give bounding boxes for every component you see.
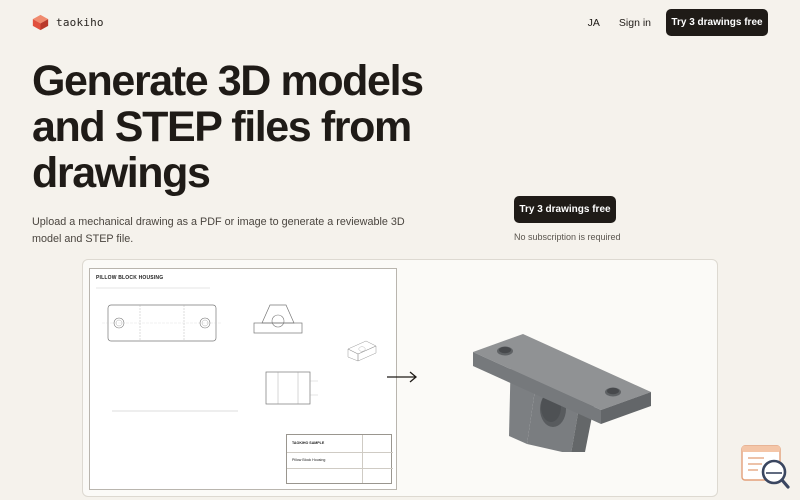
arrow-right-icon: [387, 371, 418, 383]
drawing-sheet: PILLOW BLOCK HOUSING TAOKIHO SAMPLE Pill…: [89, 268, 397, 490]
cube-logo-icon: [32, 14, 49, 31]
hero-try-free-button[interactable]: Try 3 drawings free: [514, 196, 616, 223]
header-try-free-button[interactable]: Try 3 drawings free: [666, 9, 768, 36]
brand-name: taokiho: [56, 16, 104, 29]
hero-headline: Generate 3D models and STEP files from d…: [32, 57, 424, 197]
title-block-row: TAOKIHO SAMPLE: [287, 435, 393, 453]
title-block-part-name: Pillow Block Housing: [292, 458, 326, 462]
cta-note: No subscription is required: [514, 232, 621, 242]
signin-link[interactable]: Sign in: [619, 17, 651, 29]
3d-model-render: [473, 334, 651, 452]
title-block-row: Pillow Block Housing: [287, 453, 393, 469]
site-header: taokiho JA Sign in Try 3 drawings free: [0, 0, 800, 44]
chat-search-icon[interactable]: [740, 444, 790, 490]
product-preview: PILLOW BLOCK HOUSING TAOKIHO SAMPLE Pill…: [82, 259, 718, 497]
hero-cta: Try 3 drawings free: [514, 196, 616, 223]
title-block-sample: TAOKIHO SAMPLE: [292, 441, 325, 445]
brand-logo[interactable]: taokiho: [32, 14, 104, 31]
title-block-divider: [362, 435, 363, 483]
hero-subtext: Upload a mechanical drawing as a PDF or …: [32, 216, 405, 245]
language-switch[interactable]: JA: [588, 17, 600, 29]
top-nav: JA Sign in Try 3 drawings free: [588, 9, 768, 36]
title-block: TAOKIHO SAMPLE Pillow Block Housing: [286, 434, 393, 484]
